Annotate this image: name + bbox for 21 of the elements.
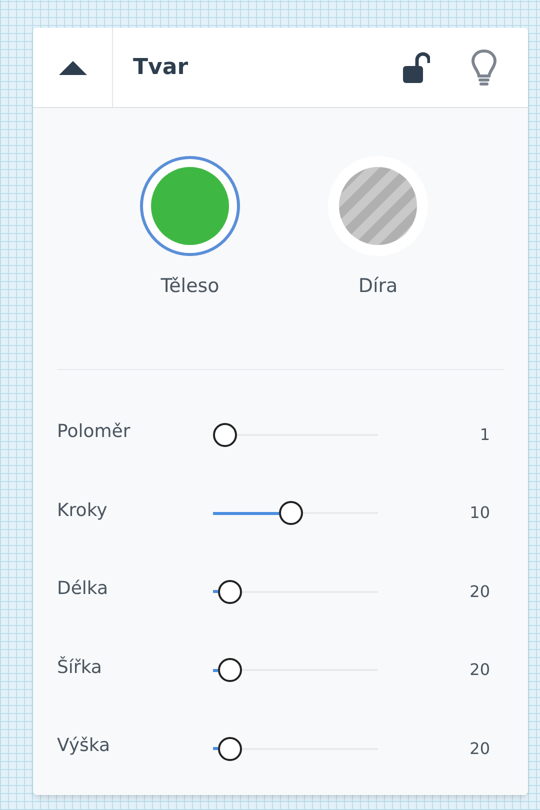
panel-title: Tvar — [133, 54, 190, 82]
slider-thumb[interactable] — [218, 736, 242, 761]
lightbulb-icon — [471, 48, 497, 86]
parameter-value: 1 — [478, 424, 490, 446]
slider-thumb[interactable] — [213, 422, 237, 447]
parameter-label: Šířka — [57, 655, 103, 680]
slider-thumb[interactable] — [218, 658, 242, 682]
parameter-label: Výška — [57, 734, 111, 758]
parameter-value: 20 — [468, 580, 490, 603]
slider-thumb[interactable] — [218, 580, 242, 604]
option-label: Díra — [358, 274, 398, 299]
parameter-value: 10 — [468, 502, 490, 524]
parameter-value: 20 — [468, 738, 490, 760]
unlocked-padlock-icon — [402, 52, 430, 84]
slider-thumb[interactable] — [279, 501, 303, 526]
option-label: Těleso — [160, 274, 220, 299]
parameter-label: Kroky — [57, 498, 108, 523]
parameter-label: Poloměr — [57, 420, 132, 444]
parameter-label: Délka — [57, 577, 110, 602]
parameter-value: 20 — [468, 659, 490, 682]
triangle-up-icon — [58, 60, 86, 74]
